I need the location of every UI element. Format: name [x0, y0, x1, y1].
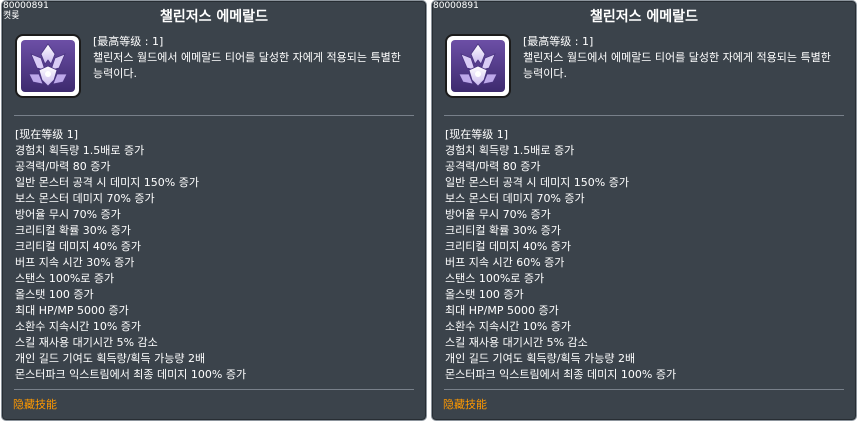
stat-line: 보스 몬스터 데미지 70% 증가 [445, 192, 585, 205]
stat-line: 소환수 지속시간 10% 증가 [445, 320, 572, 333]
divider [444, 389, 844, 390]
stat-line: 스킬 재사용 대기시간 5% 감소 [15, 336, 158, 349]
skill-tooltip-left: 80000891 켯롲 챌린저스 에메랄드 [最高等级: 1] 챌린저스 월드… [1, 0, 427, 421]
stat-line: 일반 몬스터 공격 시 데미지 150% 증가 [445, 176, 629, 189]
stat-line: 공격력/마력 80 증가 [15, 160, 111, 173]
stat-line: 몬스터파크 익스트림에서 최종 데미지 100% 증가 [15, 368, 247, 381]
stat-line: 버프 지속 시간 60% 증가 [445, 256, 565, 269]
stat-line: 방어율 무시 70% 증가 [445, 208, 551, 221]
stat-line: 크리티컬 확률 30% 증가 [15, 224, 131, 237]
stat-line: 경험치 획득량 1.5배로 증가 [15, 144, 145, 157]
stat-line: 공격력/마력 80 증가 [445, 160, 541, 173]
skill-icon-frame [15, 34, 81, 98]
hidden-skill-label: 隐藏技能 [443, 398, 487, 411]
skill-icon-frame [445, 34, 511, 98]
stats-list: [现在等级 1] 경험치 획득량 1.5배로 증가 공격력/마력 80 증가 일… [445, 127, 845, 383]
hidden-skill-label: 隐藏技能 [13, 398, 57, 411]
skill-tooltip-right: 80000891 챌린저스 에메랄드 [最高等级: 1] 챌린저스 월드에서 … [431, 0, 857, 421]
stat-line: 버프 지속 시간 30% 증가 [15, 256, 135, 269]
skill-description-block: [最高等级 : 1] 챌린저스 월드에서 에메랄드 티어를 달성한 자에게 적용… [93, 34, 413, 82]
stat-line: 크리티컬 데미지 40% 증가 [445, 240, 572, 253]
skill-description-block: [最高等级 : 1] 챌린저스 월드에서 에메랄드 티어를 달성한 자에게 적용… [523, 34, 843, 82]
divider [14, 389, 414, 390]
stat-line: 소환수 지속시간 10% 증가 [15, 320, 142, 333]
stat-line: 일반 몬스터 공격 시 데미지 150% 증가 [15, 176, 199, 189]
current-level: [现在等级 1] [445, 128, 509, 141]
stat-line: 스탠스 100%로 증가 [15, 272, 115, 285]
emerald-crest-icon [451, 40, 505, 92]
skill-description: 챌린저스 월드에서 에메랄드 티어를 달성한 자에게 적용되는 특별한 능력이다… [93, 51, 401, 80]
stat-line: 최대 HP/MP 5000 증가 [15, 304, 129, 317]
divider [14, 115, 414, 116]
stat-line: 방어율 무시 70% 증가 [15, 208, 121, 221]
stats-list: [现在等级 1] 경험치 획득량 1.5배로 증가 공격력/마력 80 증가 일… [15, 127, 415, 383]
skill-description: 챌린저스 월드에서 에메랄드 티어를 달성한 자에게 적용되는 특별한 능력이다… [523, 51, 831, 80]
emerald-crest-icon [21, 40, 75, 92]
divider [444, 115, 844, 116]
stat-line: 올스탯 100 증가 [445, 288, 524, 301]
stat-line: 경험치 획득량 1.5배로 증가 [445, 144, 575, 157]
stat-line: 스탠스 100%로 증가 [445, 272, 545, 285]
stat-line: 크리티컬 데미지 40% 증가 [15, 240, 142, 253]
stat-line: 개인 길드 기여도 획득량/획득 가능량 2배 [15, 352, 206, 365]
stat-line: 개인 길드 기여도 획득량/획득 가능량 2배 [445, 352, 636, 365]
max-level: [最高等级 : 1] [523, 35, 594, 48]
skill-title: 챌린저스 에메랄드 [590, 9, 698, 25]
stat-line: 몬스터파크 익스트림에서 최종 데미지 100% 증가 [445, 368, 677, 381]
skill-title: 챌린저스 에메랄드 [160, 9, 268, 25]
stat-line: 크리티컬 확률 30% 증가 [445, 224, 561, 237]
stat-line: 최대 HP/MP 5000 증가 [445, 304, 559, 317]
stat-line: 스킬 재사용 대기시간 5% 감소 [445, 336, 588, 349]
current-level: [现在等级 1] [15, 128, 79, 141]
stat-line: 보스 몬스터 데미지 70% 증가 [15, 192, 155, 205]
stat-line: 올스탯 100 증가 [15, 288, 94, 301]
max-level: [最高等级 : 1] [93, 35, 164, 48]
